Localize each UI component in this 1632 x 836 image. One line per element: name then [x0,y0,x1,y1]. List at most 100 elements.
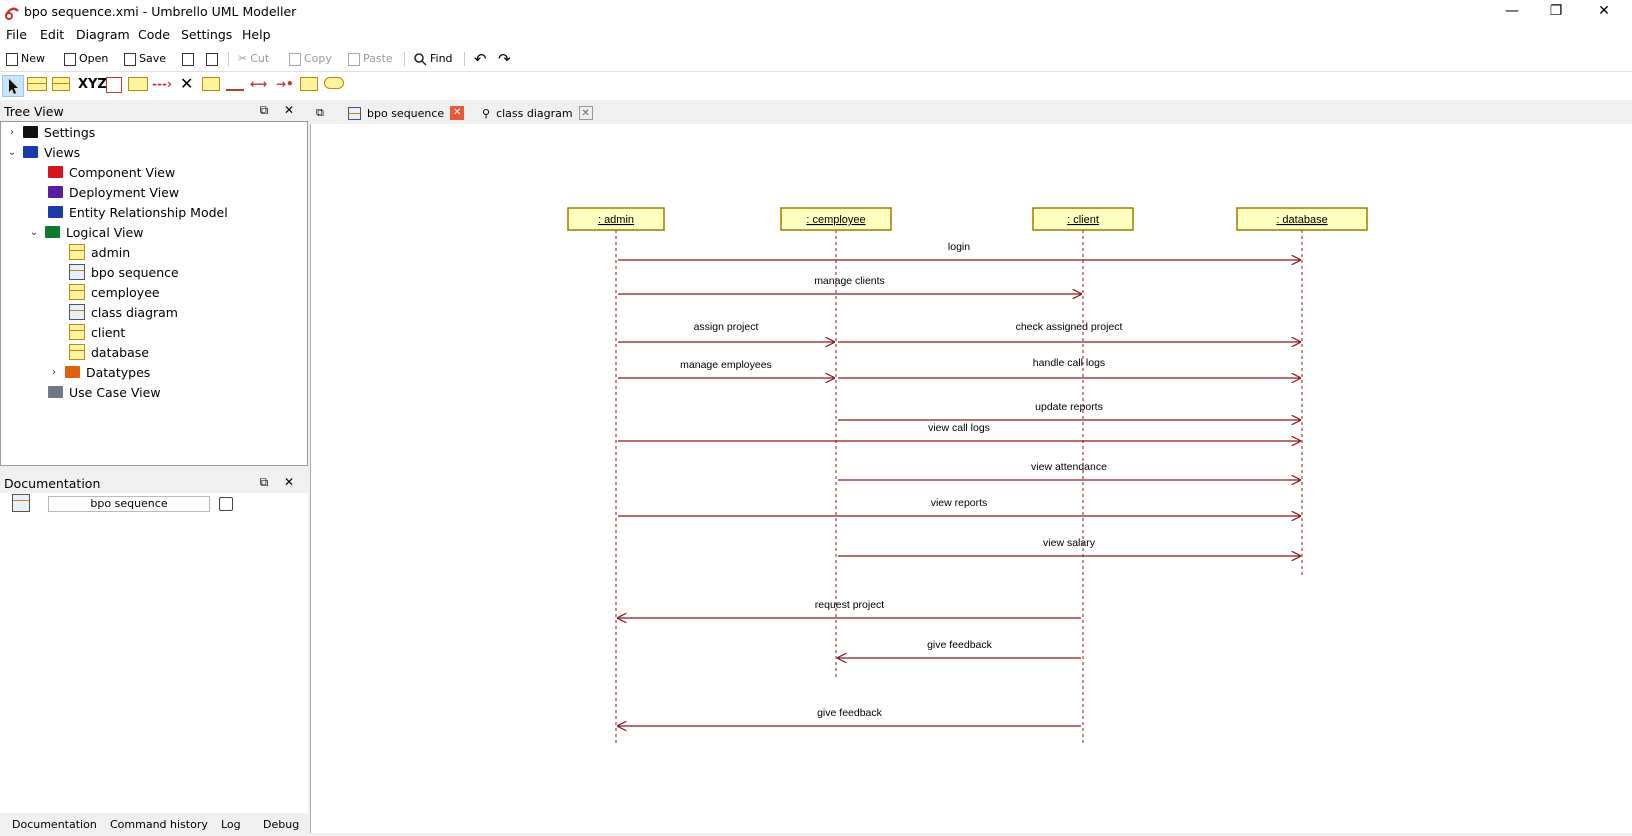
menu-help[interactable]: Help [242,27,271,42]
save-label: Save [139,52,167,65]
find-button[interactable]: Find [414,50,453,68]
self-message-tool[interactable] [202,77,220,91]
tree-item-entity-relationship-model[interactable]: Entity Relationship Model [48,202,228,222]
tree-item-datatypes[interactable]: › Datatypes [49,362,150,382]
combined-fragment-tool[interactable] [300,77,318,91]
tree-item-component-view[interactable]: Component View [48,162,175,182]
panel-controls[interactable]: ⧉ ✕ [260,475,300,490]
close-window-button[interactable]: ✕ [1582,0,1626,22]
box-tool[interactable] [106,77,122,93]
dashed-arrow-icon: ---› [152,77,172,91]
message-label: view attendance [1031,461,1107,473]
tree-item-label: bpo sequence [91,264,179,280]
menu-code[interactable]: Code [138,27,170,42]
copy-icon [289,52,301,66]
lifeline-label: : cemployee [806,214,865,226]
diagram-canvas[interactable]: : admin: cemployee: client: database logi… [310,124,1632,833]
save-icon [124,52,136,66]
lost-arrow-icon: →• [276,77,294,91]
umbrello-app-icon [4,7,19,20]
object-icon [27,77,47,91]
close-tab-icon[interactable]: ✕ [578,106,593,120]
precondition-tool[interactable] [324,77,344,89]
tree-item-bpo-sequence[interactable]: bpo sequence [69,262,179,282]
tree-item-label: database [91,344,149,360]
class-diagram-icon: ⚲ [482,106,491,120]
restore-button[interactable]: ❐ [1534,0,1578,22]
documentation-name-field[interactable]: bpo sequence [48,496,210,512]
select-tool[interactable] [2,75,24,97]
sync-message-tool[interactable]: ⟷ [250,77,267,95]
menu-settings[interactable]: Settings [181,27,232,42]
tab-class-diagram[interactable]: ⚲ class diagram ✕ [482,103,593,123]
sequence-diagram-icon [12,494,30,512]
minimize-button[interactable]: — [1490,0,1534,22]
paste-button[interactable]: Paste [348,50,393,68]
menu-file[interactable]: File [6,27,27,42]
tab-command-history[interactable]: Command history [110,818,208,831]
collapse-chevron-icon[interactable]: ⌄ [7,147,17,158]
tree-item-deployment-view[interactable]: Deployment View [48,182,179,202]
class-icon [69,284,85,300]
expand-chevron-icon[interactable]: › [49,367,59,378]
documentation-checkbox[interactable] [219,497,233,511]
text-tool[interactable]: XYZ [78,77,107,95]
found-message-tool[interactable] [226,77,244,91]
note-tool[interactable] [128,77,148,91]
expand-chevron-icon[interactable]: › [7,127,17,138]
multi-object-tool[interactable] [52,77,74,95]
menu-diagram[interactable]: Diagram [76,27,130,42]
cut-label: Cut [250,52,270,65]
multi-object-icon [52,77,70,91]
print-preview-button[interactable] [206,50,218,68]
title-bar: bpo sequence.xmi - Umbrello UML Modeller… [0,0,1632,24]
open-button[interactable]: Open [64,50,108,68]
tab-bpo-sequence[interactable]: bpo sequence ✕ [348,103,465,123]
cut-button[interactable]: ✂ Cut [238,50,269,68]
collapse-chevron-icon[interactable]: ⌄ [29,227,39,238]
undo-button[interactable]: ↶ [474,50,487,68]
tree-item-client[interactable]: client [69,322,125,342]
tree-item-views[interactable]: ⌄ Views [7,142,80,162]
message-label: check assigned project [1016,321,1123,333]
lifeline-label: : client [1067,214,1099,226]
tree-item-cemployee[interactable]: cemployee [69,282,160,302]
lost-message-tool[interactable]: →• [276,77,294,95]
save-button[interactable]: Save [124,50,166,68]
tab-debug[interactable]: Debug [263,818,299,831]
destroy-x-icon: ✕ [180,74,194,93]
destroy-tool[interactable]: ✕ [180,74,194,93]
tree-item-label: client [91,324,126,340]
documentation-body[interactable] [0,493,308,813]
copy-label: Copy [304,52,332,65]
message-label: manage employees [680,359,772,371]
object-tool[interactable] [27,77,49,95]
sequence-diagram-icon [69,264,85,280]
tree-item-admin[interactable]: admin [69,242,130,262]
tree-item-use-case-view[interactable]: Use Case View [48,382,161,402]
tree-item-logical-view[interactable]: ⌄ Logical View [29,222,144,242]
close-tab-icon[interactable]: ✕ [450,106,465,120]
tree-item-label: Logical View [66,224,144,240]
async-message-tool[interactable]: ---› [152,77,172,95]
new-button[interactable]: New [6,50,45,68]
new-diagram-tab-button[interactable]: ⧉ [316,103,324,123]
menu-edit[interactable]: Edit [40,27,64,42]
tab-log[interactable]: Log [221,818,241,831]
tree-item-label: Settings [44,124,96,140]
message-label: request project [815,599,885,611]
copy-button[interactable]: Copy [289,50,332,68]
print-button[interactable] [182,50,194,68]
paste-label: Paste [363,52,393,65]
tree-view: › Settings ⌄ Views Component View Deploy… [0,121,308,466]
tree-item-label: Use Case View [69,384,161,400]
tree-item-database[interactable]: database [69,342,149,362]
tree-item-settings[interactable]: › Settings [7,122,95,142]
er-folder-icon [48,206,63,218]
tree-item-label: Deployment View [69,184,180,200]
window-title: bpo sequence.xmi - Umbrello UML Modeller [24,4,297,19]
panel-controls[interactable]: ⧉ ✕ [260,103,300,118]
tree-item-class-diagram[interactable]: class diagram [69,302,178,322]
redo-button[interactable]: ↷ [498,50,511,68]
tab-documentation[interactable]: Documentation [12,818,97,831]
